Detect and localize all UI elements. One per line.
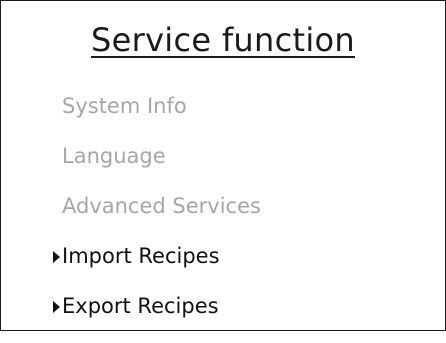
menu-item-export-recipes[interactable]: Export Recipes: [53, 293, 261, 343]
menu-item-language: Language: [62, 143, 261, 193]
menu-item-label: System Info: [62, 94, 187, 118]
service-function-panel: Service function System Info Language Ad…: [0, 0, 446, 331]
menu-item-system-info: System Info: [62, 93, 261, 143]
triangle-right-icon: [53, 251, 60, 263]
menu-item-label: Export Recipes: [62, 294, 219, 318]
menu-item-import-recipes[interactable]: Import Recipes: [53, 243, 261, 293]
menu-item-advanced-services: Advanced Services: [62, 193, 261, 243]
service-menu: System Info Language Advanced Services I…: [53, 93, 261, 343]
menu-item-label: Language: [62, 144, 166, 168]
menu-item-label: Advanced Services: [62, 194, 261, 218]
triangle-right-icon: [53, 301, 60, 313]
page-title: Service function: [91, 21, 355, 59]
menu-item-label: Import Recipes: [62, 244, 220, 268]
